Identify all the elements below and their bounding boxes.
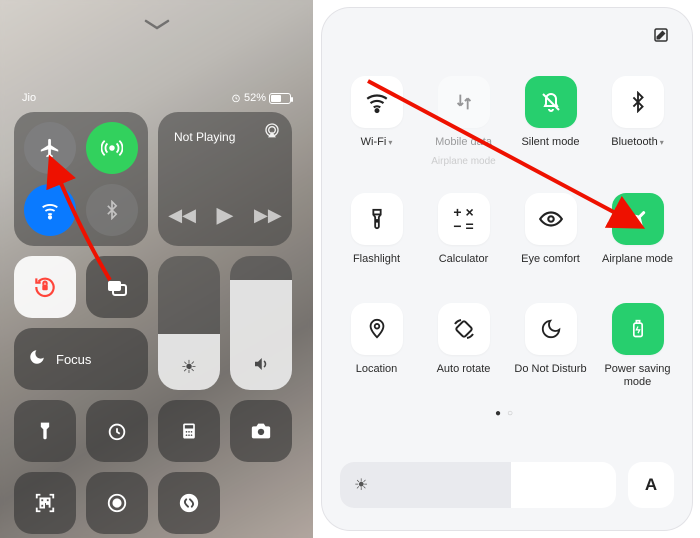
wifi-toggle[interactable] — [24, 184, 76, 236]
calculator-icon — [179, 421, 199, 441]
airplane-mode-toggle[interactable] — [24, 122, 76, 174]
record-icon — [106, 492, 128, 514]
bell-off-icon — [539, 90, 563, 114]
next-track-icon[interactable]: ▶▶ — [254, 205, 282, 226]
auto-brightness-button[interactable]: A — [628, 462, 674, 508]
camera-button[interactable] — [230, 400, 292, 462]
flashlight-button[interactable] — [14, 400, 76, 462]
prev-track-icon[interactable]: ◀◀ — [168, 205, 196, 226]
screen-mirroring-button[interactable] — [86, 256, 148, 318]
rotation-lock-icon — [32, 274, 58, 300]
speaker-icon — [252, 355, 270, 378]
flashlight-icon — [35, 421, 55, 441]
record-button[interactable] — [86, 472, 148, 534]
status-bar: Jio 52% — [22, 92, 291, 104]
battery-icon — [269, 93, 291, 104]
qs-bluetooth[interactable]: Bluetooth▾ — [597, 76, 678, 167]
wifi-icon — [39, 199, 61, 221]
bluetooth-icon — [627, 91, 649, 113]
mirroring-icon — [105, 275, 129, 299]
shazam-icon — [178, 492, 200, 514]
qs-location[interactable]: Location — [336, 303, 417, 388]
moon-icon — [540, 318, 562, 340]
focus-button[interactable]: Focus — [14, 328, 148, 390]
sun-icon: ☀ — [181, 357, 197, 378]
sun-icon: ☀ — [354, 475, 368, 495]
orientation-lock-toggle[interactable] — [14, 256, 76, 318]
brightness-slider[interactable]: ☀ — [158, 256, 220, 390]
rotate-icon — [452, 317, 476, 341]
volume-slider[interactable] — [230, 256, 292, 390]
qs-dnd[interactable]: Do Not Disturb — [510, 303, 591, 388]
airplane-icon — [626, 207, 650, 231]
battery-pct: 52% — [244, 92, 266, 104]
media-card[interactable]: Not Playing ◀◀ ▶ ▶▶ — [158, 112, 292, 246]
qs-mobile-data[interactable]: Mobile data Airplane mode — [423, 76, 504, 167]
android-quick-settings: Wi-Fi▾ Mobile data Airplane mode Silent … — [322, 8, 692, 530]
calculator-button[interactable] — [158, 400, 220, 462]
page-indicator[interactable]: ●○ — [336, 408, 678, 419]
airplane-icon — [39, 137, 61, 159]
antenna-icon — [101, 137, 123, 159]
qs-power-saving[interactable]: Power saving mode — [597, 303, 678, 388]
play-icon[interactable]: ▶ — [217, 202, 234, 228]
qs-eye-comfort[interactable]: Eye comfort — [510, 193, 591, 277]
moon-icon — [28, 348, 46, 371]
wifi-icon — [364, 89, 390, 115]
qs-airplane-mode[interactable]: Airplane mode — [597, 193, 678, 277]
qs-grid: Wi-Fi▾ Mobile data Airplane mode Silent … — [336, 76, 678, 388]
battery-icon — [628, 319, 648, 339]
qs-auto-rotate[interactable]: Auto rotate — [423, 303, 504, 388]
airplay-icon[interactable] — [264, 122, 280, 141]
data-icon — [453, 91, 475, 113]
qr-icon — [34, 492, 56, 514]
qs-calculator[interactable]: + ×− = Calculator — [423, 193, 504, 277]
brightness-slider[interactable]: ☀ — [340, 462, 616, 508]
connectivity-card[interactable] — [14, 112, 148, 246]
qr-scan-button[interactable] — [14, 472, 76, 534]
bluetooth-toggle[interactable] — [86, 184, 138, 236]
qs-flashlight[interactable]: Flashlight — [336, 193, 417, 277]
location-icon — [366, 318, 388, 340]
carrier-label: Jio — [22, 92, 36, 104]
qs-silent-mode[interactable]: Silent mode — [510, 76, 591, 167]
focus-label: Focus — [56, 352, 91, 367]
eye-icon — [538, 206, 564, 232]
timer-icon — [106, 420, 128, 442]
qs-wifi[interactable]: Wi-Fi▾ — [336, 76, 417, 167]
bluetooth-icon — [102, 200, 122, 220]
flashlight-icon — [366, 208, 388, 230]
shazam-button[interactable] — [158, 472, 220, 534]
cellular-toggle[interactable] — [86, 122, 138, 174]
chevron-down-icon[interactable] — [144, 14, 170, 37]
edit-icon[interactable] — [652, 26, 670, 49]
ios-control-center: Jio 52% Not Playing — [0, 0, 313, 538]
timer-button[interactable] — [86, 400, 148, 462]
camera-icon — [250, 420, 272, 442]
calculator-icon: + ×− = — [438, 193, 490, 245]
alarm-icon — [231, 93, 241, 103]
